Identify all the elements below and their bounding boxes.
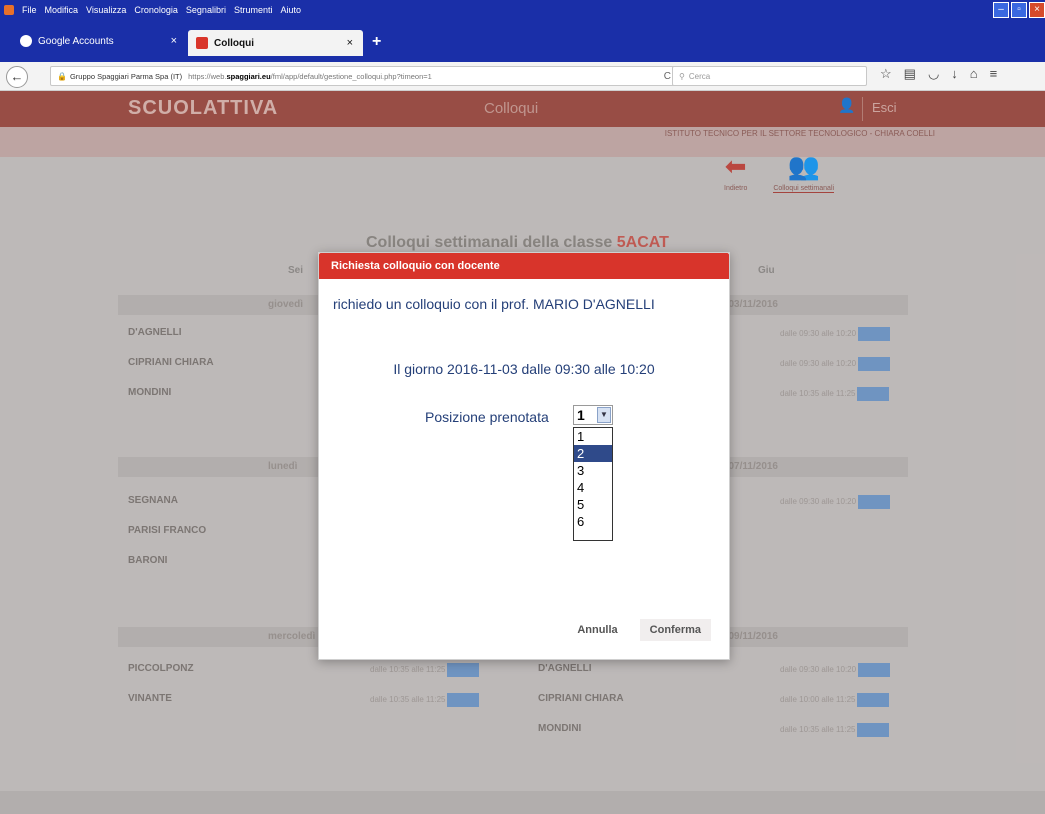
confirm-button[interactable]: Conferma (639, 619, 711, 641)
menu-file[interactable]: File (22, 5, 37, 15)
close-window-button[interactable]: × (1029, 2, 1045, 18)
chevron-down-icon[interactable]: ▼ (597, 407, 611, 423)
url-domain: spaggiari.eu (226, 71, 271, 81)
bookmarks-list-icon[interactable]: ▤ (904, 66, 916, 82)
site-identity: Gruppo Spaggiari Parma Spa (IT) (69, 71, 183, 81)
dialog-date: Il giorno 2016-11-03 dalle 09:30 alle 10… (393, 361, 655, 377)
url-bar[interactable]: 🔒 Gruppo Spaggiari Parma Spa (IT) https:… (50, 66, 678, 86)
firefox-icon (4, 5, 14, 15)
menu-cronologia[interactable]: Cronologia (134, 5, 178, 15)
menu-visualizza[interactable]: Visualizza (86, 5, 126, 15)
tab-label: Google Accounts (38, 35, 114, 47)
url-prefix: https://web. (188, 71, 227, 81)
menu-modifica[interactable]: Modifica (45, 5, 79, 15)
booking-dialog: Richiesta colloquio con docente richiedo… (318, 252, 730, 660)
pocket-icon[interactable]: ◡ (928, 66, 939, 82)
menu-strumenti[interactable]: Strumenti (234, 5, 273, 15)
spaggiari-favicon-icon (196, 37, 208, 49)
dialog-actions: Annulla Conferma (567, 619, 711, 641)
dialog-message: richiedo un colloquio con il prof. MARIO… (333, 296, 655, 312)
menu-hamburger-icon[interactable]: ≡ (990, 66, 998, 82)
tab-colloqui[interactable]: Colloqui × (188, 30, 363, 56)
search-icon: ⚲ (679, 71, 685, 81)
option-2[interactable]: 2 (574, 445, 612, 462)
google-favicon-icon (20, 35, 32, 47)
new-tab-button[interactable]: + (372, 33, 381, 51)
menu-aiuto[interactable]: Aiuto (280, 5, 301, 15)
back-arrow-icon[interactable]: ← (6, 66, 28, 88)
tab-close-icon[interactable]: × (347, 37, 353, 49)
window-controls: – ▫ × (993, 2, 1045, 18)
menu-bar: File Modifica Visualizza Cronologia Segn… (0, 0, 301, 20)
dialog-title: Richiesta colloquio con docente (319, 253, 729, 279)
option-5[interactable]: 5 (574, 496, 612, 513)
maximize-button[interactable]: ▫ (1011, 2, 1027, 18)
tab-strip: Google Accounts × Colloqui × + (0, 20, 1045, 62)
menu-segnalibri[interactable]: Segnalibri (186, 5, 226, 15)
option-4[interactable]: 4 (574, 479, 612, 496)
position-dropdown-list: 1 2 3 4 5 6 (573, 427, 613, 541)
search-input[interactable]: ⚲ Cerca (672, 66, 867, 86)
minimize-button[interactable]: – (993, 2, 1009, 18)
position-select[interactable]: 1 ▼ (573, 405, 613, 425)
tab-label: Colloqui (214, 37, 254, 49)
selected-position: 1 (577, 407, 585, 423)
position-label: Posizione prenotata (425, 409, 549, 425)
toolbar-icons: ☆ ▤ ◡ ↓ ⌂ ≡ (880, 66, 997, 82)
home-icon[interactable]: ⌂ (970, 66, 978, 82)
tab-close-icon[interactable]: × (171, 35, 177, 47)
tab-google-accounts[interactable]: Google Accounts × (12, 27, 187, 55)
lock-icon: 🔒 (57, 71, 67, 81)
option-6[interactable]: 6 (574, 513, 612, 530)
download-icon[interactable]: ↓ (951, 66, 958, 82)
window-titlebar: File Modifica Visualizza Cronologia Segn… (0, 0, 1045, 20)
reload-icon[interactable]: C (664, 71, 671, 82)
option-1[interactable]: 1 (574, 428, 612, 445)
search-placeholder: Cerca (688, 71, 711, 81)
navigation-bar: ← 🔒 Gruppo Spaggiari Parma Spa (IT) http… (0, 62, 1045, 91)
option-3[interactable]: 3 (574, 462, 612, 479)
cancel-button[interactable]: Annulla (567, 619, 628, 641)
bookmark-star-icon[interactable]: ☆ (880, 66, 892, 82)
url-path: /fml/app/default/gestione_colloqui.php?t… (270, 71, 432, 81)
